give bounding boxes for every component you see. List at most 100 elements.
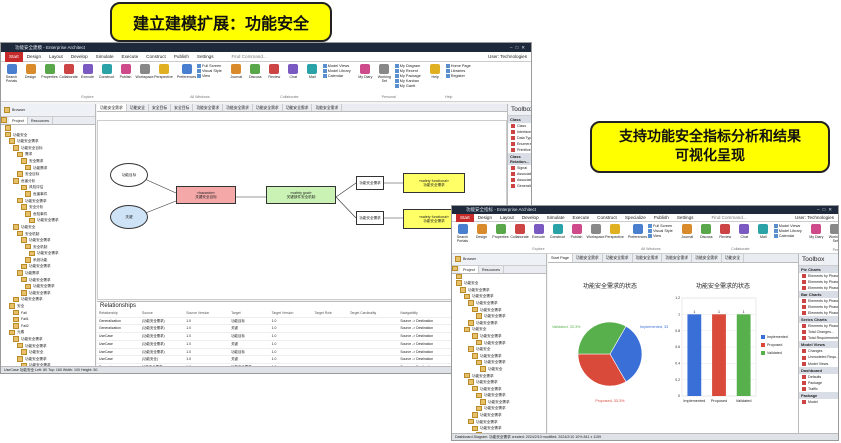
tree-item[interactable]: 功能安全需求 [5, 277, 95, 284]
tree-item[interactable]: 功能安全需求 [456, 419, 546, 426]
menu-settings[interactable]: Settings [673, 213, 698, 223]
ribbon-small-item[interactable]: View [648, 234, 673, 238]
ribbon-button[interactable]: Properties [492, 224, 509, 243]
ribbon-button[interactable]: Preferences [177, 64, 196, 79]
ribbon-button[interactable]: Workspace [136, 64, 153, 83]
tree-item[interactable]: 系统功能 [5, 257, 95, 264]
toolbox-section[interactable]: Class Relation... [508, 153, 531, 166]
tab-item[interactable]: 功能安全需求 [573, 254, 603, 262]
tree-item[interactable]: 功能安全需求 [5, 263, 95, 270]
ribbon-button[interactable]: Execute [79, 64, 96, 83]
tree-item[interactable]: 功能安全需求 [456, 307, 546, 314]
tree-item[interactable]: 安全需求 [5, 158, 95, 165]
find-command-input[interactable]: Find Command... [707, 213, 750, 223]
ribbon-button[interactable]: Execute [530, 224, 547, 243]
tree-item[interactable]: 功能安全需求 [456, 359, 546, 366]
ribbon-button[interactable]: Discuss [698, 224, 715, 239]
ribbon-button[interactable]: Workspace [587, 224, 604, 243]
tree-item[interactable]: 功能安全需求 [5, 250, 95, 257]
tree-item[interactable]: 功能安全需求 [456, 333, 546, 340]
tree-item[interactable]: 功能安全需求 [456, 373, 546, 380]
safety-functional-node-1[interactable]: «safety functional» 功能安全需求 [403, 173, 465, 193]
tab-item[interactable]: 安全目标 [171, 104, 194, 111]
tab-item[interactable]: 功能安全需求 [223, 104, 253, 111]
ribbon-button[interactable]: Chat [285, 64, 302, 79]
ribbon-button[interactable]: Perspective [154, 64, 173, 83]
menu-construct[interactable]: Construct [142, 52, 170, 62]
toolbox-section[interactable]: Bar Charts [799, 291, 838, 299]
ribbon-button[interactable]: Publish [568, 224, 585, 243]
ribbon-button[interactable]: Collaborate [510, 224, 529, 243]
ribbon-button[interactable]: Working Set [376, 64, 393, 88]
toolbox-section[interactable]: Dashboard [799, 366, 838, 374]
tree-item[interactable]: 功能安全需求 [5, 138, 95, 145]
tree-item[interactable]: 功能安全 [456, 346, 546, 353]
tree-item[interactable]: Fail1 [5, 316, 95, 323]
tree-item[interactable]: 功能安全需求 [456, 293, 546, 300]
ribbon-small-item[interactable]: Home Page [446, 64, 471, 68]
ribbon-button[interactable]: Mail [304, 64, 321, 79]
tree-item[interactable]: 功能安全 [456, 366, 546, 373]
menu-layout[interactable]: Layout [45, 52, 67, 62]
ribbon-button[interactable]: Search Portals [3, 64, 20, 83]
safety-goal-node[interactable]: «safety goal» 关键部件安全机制 [266, 186, 336, 204]
tree-item[interactable]: 安全分析 [5, 204, 95, 211]
ribbon-small-item[interactable]: My Diagram [395, 64, 421, 68]
tree-item[interactable]: 安全机制 [5, 231, 95, 238]
menu-develop[interactable]: Develop [67, 52, 92, 62]
tree-item[interactable]: 功能安全需求 [5, 356, 95, 363]
ribbon-button[interactable]: Collaborate [59, 64, 78, 83]
tree-item[interactable]: 功能安全需求 [5, 217, 95, 224]
ribbon-small-item[interactable]: Visual Style [197, 69, 222, 73]
tree-item[interactable]: 功能安全 [456, 326, 546, 333]
tree-item[interactable]: 功能安全需求 [5, 198, 95, 205]
tab-item[interactable]: Resources [28, 117, 53, 124]
menu-simulate[interactable]: Simulate [543, 213, 569, 223]
ribbon-button[interactable]: Construct [98, 64, 115, 83]
ribbon-button[interactable]: Perspective [605, 224, 624, 243]
ribbon-button[interactable]: Mail [755, 224, 772, 239]
ribbon-button[interactable]: Construct [549, 224, 566, 243]
fsr-node-2[interactable]: 功能安全需求 [356, 211, 384, 225]
ribbon-small-item[interactable]: Register [446, 74, 471, 78]
tree-item[interactable]: 安全机制 [5, 244, 95, 251]
tab-item[interactable]: 功能安全需求 [283, 104, 313, 111]
ribbon-button[interactable]: Publish [117, 64, 134, 83]
tree-item[interactable]: 危险事件 [5, 211, 95, 218]
tree-item[interactable]: 功能安全 [5, 224, 95, 231]
tab-item[interactable]: Start Page [548, 254, 573, 262]
tab-item[interactable]: 功能安全 [722, 254, 745, 262]
ribbon-small-item[interactable]: Full Screen [197, 64, 222, 68]
window-controls[interactable]: –□✕ [510, 43, 528, 52]
tree-item[interactable]: 功能安全 [456, 280, 546, 287]
tab-item[interactable]: 功能安全需求 [312, 104, 343, 111]
ribbon-small-item[interactable]: Visual Style [648, 229, 673, 233]
ribbon-button[interactable]: Help [427, 64, 444, 79]
tree-item[interactable]: 安全 [5, 303, 95, 310]
ribbon-small-item[interactable]: Model Views [323, 64, 351, 68]
menu-layout[interactable]: Layout [496, 213, 518, 223]
toolbox-section[interactable]: Pie Charts [799, 266, 838, 273]
ribbon-button[interactable]: Working Set [827, 224, 838, 248]
tree-item[interactable]: 安全目标 [5, 171, 95, 178]
ribbon-small-item[interactable]: My Package [395, 74, 421, 78]
tree-item[interactable]: 需求 [5, 151, 95, 158]
ribbon-small-item[interactable]: Model Views [774, 224, 802, 228]
tab-item[interactable]: 功能安全需求 [692, 254, 722, 262]
menu-start[interactable]: Start [456, 212, 474, 223]
tree-item[interactable]: 功能安全需求 [456, 425, 546, 432]
ribbon-button[interactable]: Review [717, 224, 734, 239]
tree-item[interactable]: 功能安全目标 [5, 145, 95, 152]
ribbon-small-item[interactable]: My Recent [395, 69, 421, 73]
ribbon-button[interactable]: Journal [679, 224, 696, 239]
ribbon-small-item[interactable]: Model Library [774, 229, 802, 233]
ribbon-small-item[interactable]: Model Library [323, 69, 351, 73]
tree-item[interactable]: 功能安全需求 [5, 336, 95, 343]
menu-design[interactable]: Design [474, 213, 496, 223]
tree-item[interactable]: 功能需求 [5, 270, 95, 277]
ribbon-small-item[interactable]: Full Screen [648, 224, 673, 228]
tree-item[interactable]: 功能安全需求 [456, 353, 546, 360]
tree-item[interactable]: 功能安全需求 [456, 379, 546, 386]
toolbox-item[interactable]: Model [799, 399, 838, 405]
toolbox-section[interactable]: Model Views [799, 341, 838, 349]
